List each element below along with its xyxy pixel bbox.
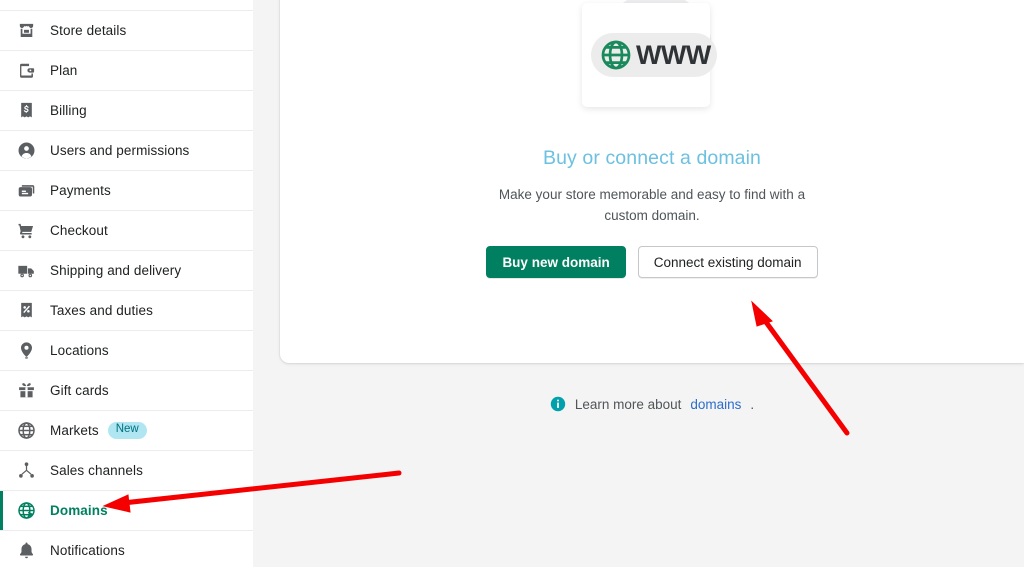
globe-icon [599,38,633,72]
sidebar-item-label: Taxes and duties [50,302,153,318]
sidebar-item-gift-cards[interactable]: Gift cards [0,371,253,411]
app-root: Store details Plan Billing Users and permis… [0,0,1024,567]
sidebar-item-label: Users and permissions [50,142,190,158]
domains-link[interactable]: domains [690,397,741,412]
sidebar-item-label: Payments [50,182,111,198]
domains-empty-state-card: WWW Buy or connect a domain Make your st… [280,0,1024,363]
sidebar-item-label: Domains [50,502,108,518]
sidebar-item-sales-channels[interactable]: Sales channels [0,451,253,491]
storefront-icon [16,21,36,41]
globe-icon [16,421,36,441]
sidebar-item-shipping-and-delivery[interactable]: Shipping and delivery [0,251,253,291]
sidebar-item-partial-top[interactable] [0,0,253,11]
sidebar-item-checkout[interactable]: Checkout [0,211,253,251]
sidebar-item-label: Notifications [50,542,125,558]
learn-more-text-after: . [750,396,755,412]
shopping-cart-icon [16,221,36,241]
status-badge: New [107,422,147,439]
action-button-row: Buy new domain Connect existing domain [486,246,818,278]
sidebar-item-label: Shipping and delivery [50,262,182,278]
page-description: Make your store memorable and easy to fi… [498,187,806,223]
info-circle-icon [550,396,566,412]
sidebar-item-label: Checkout [50,222,108,238]
globe-pointer-icon [16,501,36,521]
www-text: WWW [636,39,711,70]
sidebar-item-notifications[interactable]: Notifications [0,531,253,567]
sidebar-item-markets[interactable]: Markets New [0,411,253,451]
sidebar-item-plan[interactable]: Plan [0,51,253,91]
sidebar-item-label: Sales channels [50,462,143,478]
sidebar-item-billing[interactable]: Billing [0,91,253,131]
sidebar-item-payments[interactable]: Payments [0,171,253,211]
sidebar-item-users-and-permissions[interactable]: Users and permissions [0,131,253,171]
gift-icon [16,381,36,401]
connect-existing-domain-button[interactable]: Connect existing domain [637,246,818,278]
sidebar-item-label: Plan [50,62,78,78]
bell-icon [16,541,36,561]
sidebar-item-label: Billing [50,102,87,118]
illustration-url-pill: WWW [591,33,717,77]
settings-sidebar: Store details Plan Billing Users and permis… [0,0,253,567]
sidebar-item-locations[interactable]: Locations [0,331,253,371]
user-circle-icon [16,141,36,161]
sidebar-item-label: Gift cards [50,382,109,398]
sidebar-item-store-details[interactable]: Store details [0,11,253,51]
domain-illustration: WWW [582,0,722,127]
learn-more-text-before: Learn more about [574,396,682,412]
learn-more-note: Learn more about domains. [280,396,1024,412]
wallet-icon [16,61,36,81]
sidebar-item-taxes-and-duties[interactable]: Taxes and duties [0,291,253,331]
percent-receipt-icon [16,301,36,321]
sidebar-item-label: Locations [50,342,109,358]
page-title: Buy or connect a domain [542,147,761,169]
sidebar-nav-list: Store details Plan Billing Users and permis… [0,11,253,567]
map-pin-icon [16,341,36,361]
channels-node-icon [16,461,36,481]
delivery-truck-icon [16,261,36,281]
payment-card-icon [16,181,36,201]
sidebar-item-label: Markets [50,422,99,438]
receipt-dollar-icon [16,101,36,121]
buy-new-domain-button[interactable]: Buy new domain [486,246,626,278]
sidebar-item-label: Store details [50,22,127,38]
sidebar-item-domains[interactable]: Domains [0,491,253,531]
